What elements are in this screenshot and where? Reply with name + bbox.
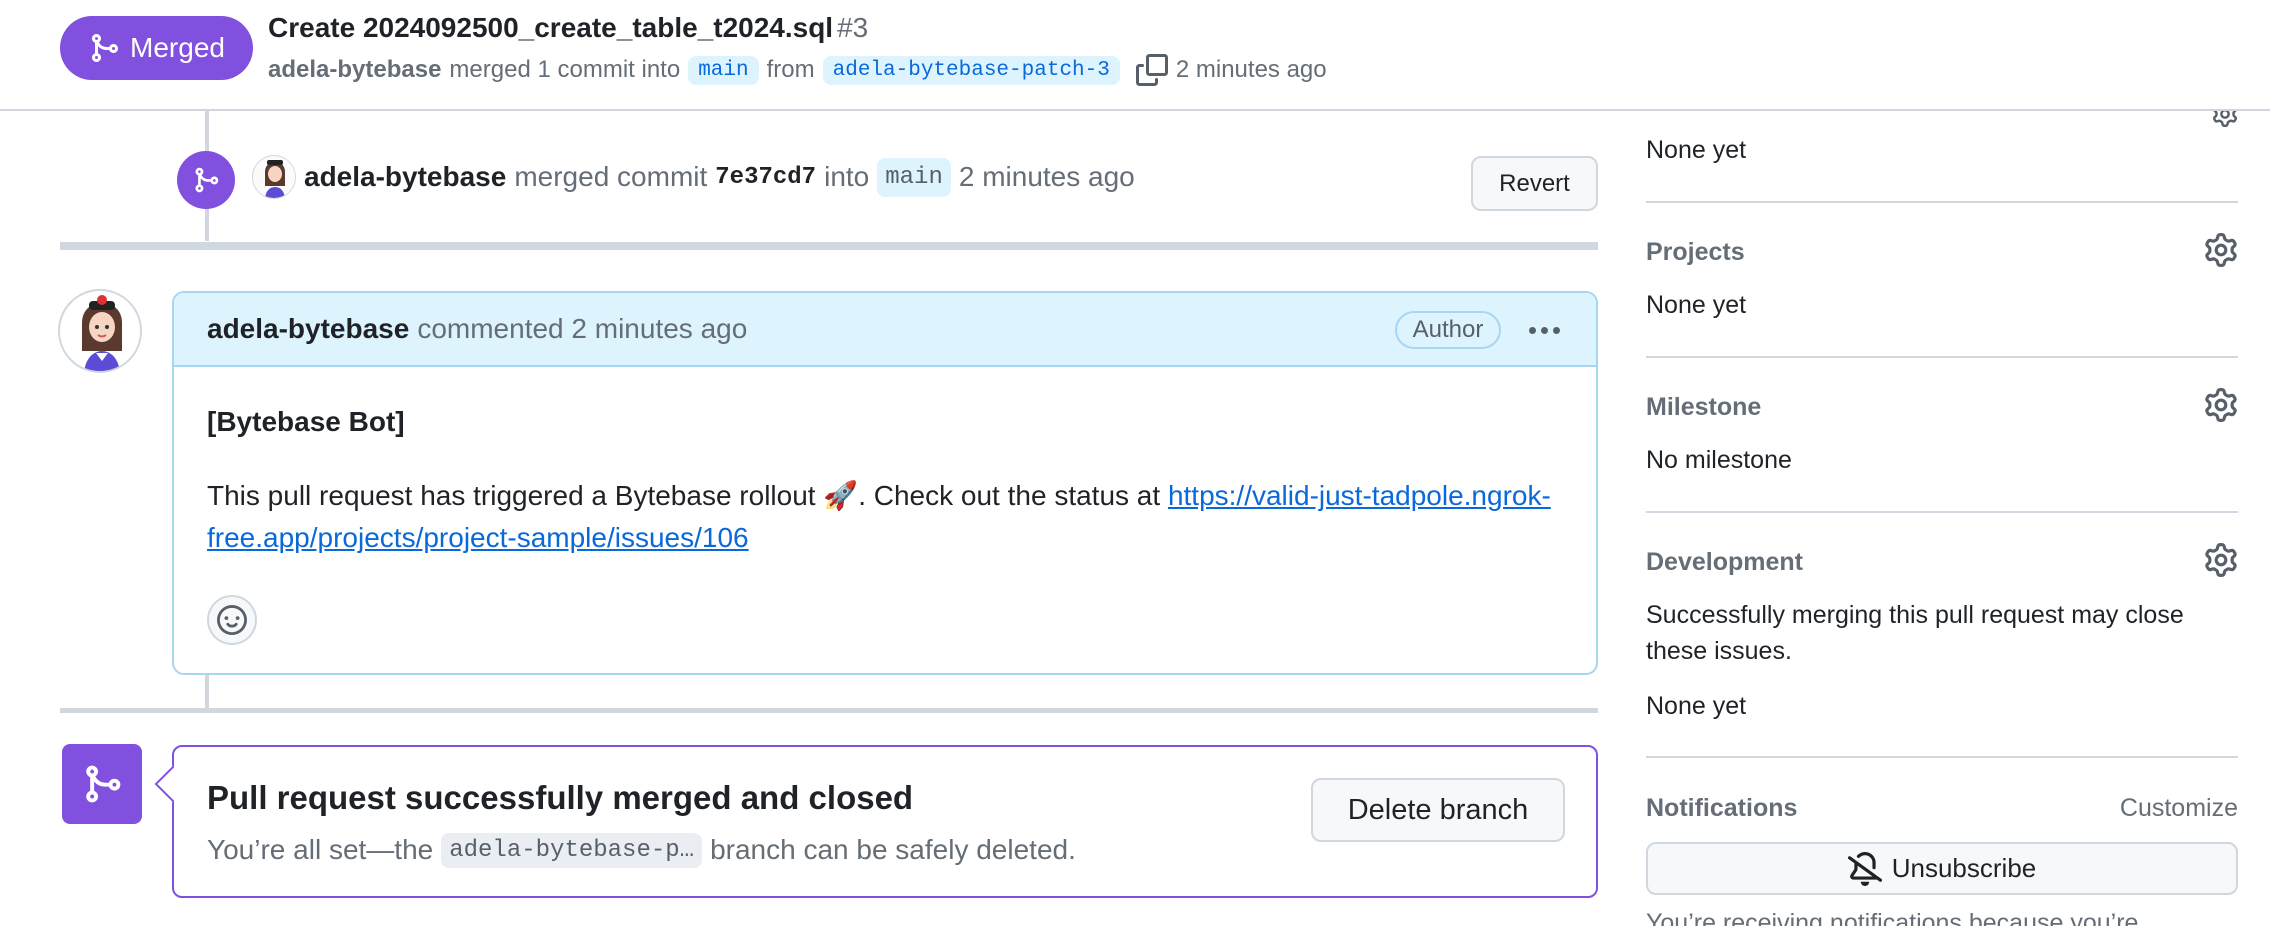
- sidebar-divider: [1646, 511, 2238, 513]
- bot-title: [Bytebase Bot]: [207, 406, 405, 437]
- merged-subtitle: You’re all set—the adela-bytebase-p… bra…: [207, 828, 1076, 872]
- unsubscribe-button[interactable]: Unsubscribe: [1646, 842, 2238, 895]
- bell-slash-icon: [1847, 851, 1882, 886]
- git-merge-icon: [86, 765, 121, 803]
- projects-value: None yet: [1646, 291, 1747, 319]
- development-value: None yet: [1646, 692, 1747, 720]
- comment-action: commented: [417, 313, 564, 344]
- customize-link[interactable]: Customize: [2120, 794, 2238, 823]
- pr-header: Merged Create 2024092500_create_table_t2…: [0, 0, 2270, 111]
- pr-author-link[interactable]: adela-bytebase: [268, 56, 441, 84]
- merged-title: Pull request successfully merged and clo…: [207, 779, 914, 816]
- avatar[interactable]: [252, 155, 296, 199]
- sidebar: None yet Projects None yet Milestone No …: [1646, 101, 2238, 926]
- projects-heading[interactable]: Projects: [1646, 238, 1745, 267]
- pr-title: Create 2024092500_create_table_t2024.sql…: [268, 12, 868, 44]
- gear-icon[interactable]: [2204, 233, 2238, 267]
- kebab-icon[interactable]: [1519, 313, 1569, 347]
- merged-status-icon: [62, 744, 142, 824]
- sidebar-divider: [1646, 201, 2238, 203]
- reviewers-value: None yet: [1646, 136, 1747, 164]
- development-heading[interactable]: Development: [1646, 548, 1803, 577]
- into-text: into: [824, 161, 870, 192]
- copy-icon[interactable]: [1135, 54, 1168, 86]
- git-merge-icon: [92, 34, 119, 62]
- merged-state-badge: Merged: [60, 16, 253, 80]
- sidebar-divider: [1646, 756, 2238, 758]
- smiley-icon: [217, 605, 247, 635]
- merge-event: adela-bytebase merged commit 7e37cd7 int…: [252, 152, 1135, 202]
- head-branch[interactable]: adela-bytebase-patch-3: [822, 55, 1120, 85]
- timeline-divider: [60, 242, 1598, 250]
- comment-body: [Bytebase Bot] This pull request has tri…: [174, 367, 1596, 645]
- merged-branch-chip: adela-bytebase-p…: [441, 832, 703, 868]
- from-text: from: [766, 56, 815, 83]
- merged-status-box: Pull request successfully merged and clo…: [172, 745, 1598, 898]
- comment-text-body: This pull request has triggered a Byteba…: [207, 480, 1161, 511]
- comment-avatar[interactable]: [58, 289, 142, 373]
- gear-icon[interactable]: [2204, 543, 2238, 577]
- comment-author[interactable]: adela-bytebase: [207, 313, 409, 345]
- gear-icon[interactable]: [2204, 388, 2238, 422]
- delete-branch-button[interactable]: Delete branch: [1311, 778, 1565, 842]
- timeline-line: [205, 675, 209, 710]
- base-branch[interactable]: main: [688, 55, 759, 85]
- revert-button[interactable]: Revert: [1471, 156, 1598, 211]
- notification-reason: You’re receiving notifications because y…: [1646, 909, 2139, 926]
- timeline-divider: [60, 708, 1598, 713]
- sidebar-divider: [1646, 356, 2238, 358]
- pr-title-text: Create 2024092500_create_table_t2024.sql: [268, 12, 834, 43]
- notifications-heading: Notifications: [1646, 794, 1798, 822]
- pr-number: #3: [837, 12, 869, 43]
- author-badge: Author: [1395, 311, 1501, 349]
- pr-time: 2 minutes ago: [1175, 56, 1327, 83]
- comment-header: adela-bytebase commented 2 minutes ago A…: [174, 293, 1596, 367]
- avatar-image: [60, 291, 140, 371]
- merged-subtitle-before: You’re all set—the: [207, 834, 434, 865]
- merged-text: merged 1 commit into: [449, 56, 681, 83]
- comment-time[interactable]: 2 minutes ago: [571, 313, 747, 345]
- merge-event-branch[interactable]: main: [877, 157, 951, 197]
- development-description: Successfully merging this pull request m…: [1646, 601, 2184, 665]
- avatar-image: [253, 156, 295, 198]
- merge-event-time[interactable]: 2 minutes ago: [959, 161, 1135, 193]
- comment-text: This pull request has triggered a Byteba…: [207, 475, 1563, 559]
- state-label: Merged: [130, 32, 225, 63]
- commit-sha-link[interactable]: 7e37cd7: [715, 164, 816, 191]
- merge-event-action: merged commit: [514, 161, 708, 192]
- merge-event-user[interactable]: adela-bytebase: [304, 161, 506, 193]
- milestone-value: No milestone: [1646, 446, 1792, 474]
- comment-card: adela-bytebase commented 2 minutes ago A…: [172, 291, 1598, 675]
- merge-event-node: [177, 151, 235, 209]
- unsubscribe-label: Unsubscribe: [1891, 853, 2037, 883]
- git-merge-icon: [195, 167, 219, 193]
- pr-meta: adela-bytebase merged 1 commit into main…: [268, 52, 1327, 88]
- add-reaction-button[interactable]: [207, 595, 257, 645]
- merged-subtitle-after: branch can be safely deleted.: [710, 834, 1076, 865]
- milestone-heading[interactable]: Milestone: [1646, 393, 1761, 422]
